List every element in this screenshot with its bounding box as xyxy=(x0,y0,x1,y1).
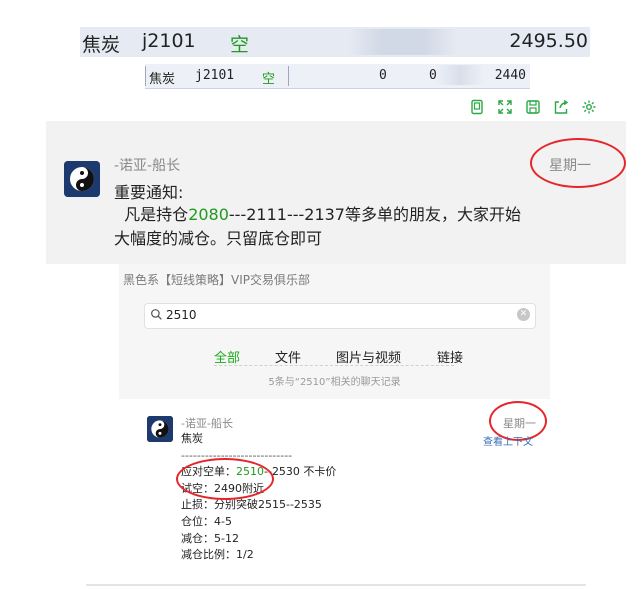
result-count: 5条与“2510”相关的聊天记录 xyxy=(268,377,401,388)
group-name: 黑色系【短线策略】VIP交易俱乐部 xyxy=(123,273,310,287)
notice-body-text: 凡是持仓 xyxy=(124,205,189,224)
sender-name: -诺亚-船长 xyxy=(181,417,233,430)
message-line: 减仓：5-12 xyxy=(181,531,239,545)
settings-icon[interactable] xyxy=(575,94,603,120)
search-input[interactable]: 2510 ✕ xyxy=(144,303,536,329)
search-result-item[interactable]: -诺亚-船长 星期一 查看上下文 焦炭 --------------------… xyxy=(119,399,550,577)
red-circle-annotation xyxy=(176,458,274,500)
tab-links[interactable]: 链接 xyxy=(437,347,463,366)
column-divider xyxy=(145,66,146,86)
restore-icon[interactable] xyxy=(463,94,491,120)
quote-name: 焦炭 xyxy=(82,34,121,56)
message-line: 仓位：4-5 xyxy=(181,514,232,528)
notice-body-highlight: 2080 xyxy=(188,205,229,224)
tab-all[interactable]: 全部 xyxy=(214,347,240,366)
notice-title: 重要通知: xyxy=(114,183,184,202)
quote-price: 2440 xyxy=(494,68,526,83)
avatar[interactable] xyxy=(147,416,173,442)
tab-files[interactable]: 文件 xyxy=(275,347,301,366)
blurred-region xyxy=(435,65,485,85)
tab-media[interactable]: 图片与视频 xyxy=(336,347,401,366)
message-topic: 焦炭 xyxy=(181,432,203,445)
quote-row-large: 焦炭 j2101 空 2495.50 xyxy=(80,27,590,57)
column-divider xyxy=(288,66,289,86)
chat-search-panel: 黑色系【短线策略】VIP交易俱乐部 2510 ✕ 全部 文件 图片与视频 链接 … xyxy=(119,264,550,577)
message-line: 减仓比例：1/2 xyxy=(181,548,254,562)
search-icon xyxy=(151,309,162,320)
quote-value-1: 0 xyxy=(379,68,387,83)
quote-row-small: 焦炭 j2101 空 0 0 2440 xyxy=(145,64,530,89)
quote-side: 空 xyxy=(230,34,250,56)
save-icon[interactable] xyxy=(519,94,547,120)
red-circle-annotation xyxy=(530,138,626,188)
fullscreen-icon[interactable] xyxy=(491,94,519,120)
clear-icon[interactable]: ✕ xyxy=(517,308,530,321)
quote-code: j2101 xyxy=(195,68,235,83)
notice-body: 凡是持仓2080---2111---2137等多单的朋友，大家开始大幅度的减仓。… xyxy=(114,203,524,251)
share-icon[interactable] xyxy=(547,94,575,120)
divider xyxy=(214,365,454,366)
message-line: 止损：分别突破2515--2535 xyxy=(181,498,322,512)
blurred-region xyxy=(348,29,458,55)
yin-yang-icon xyxy=(64,161,100,197)
quote-name: 焦炭 xyxy=(149,72,176,87)
line-text: --2530 不卡价 xyxy=(264,465,337,479)
notice-message: -诺亚-船长 星期一 重要通知: 凡是持仓2080---2111---2137等… xyxy=(46,121,626,264)
view-context-link[interactable]: 查看上下文 xyxy=(483,433,533,448)
search-query: 2510 xyxy=(166,308,197,322)
quote-side: 空 xyxy=(262,72,276,87)
quote-code: j2101 xyxy=(142,30,196,52)
toolbar xyxy=(463,94,603,120)
sender-name: -诺亚-船长 xyxy=(114,158,181,174)
yin-yang-icon xyxy=(147,416,173,442)
divider xyxy=(86,584,586,586)
quote-price: 2495.50 xyxy=(509,30,588,52)
avatar[interactable] xyxy=(64,161,100,197)
